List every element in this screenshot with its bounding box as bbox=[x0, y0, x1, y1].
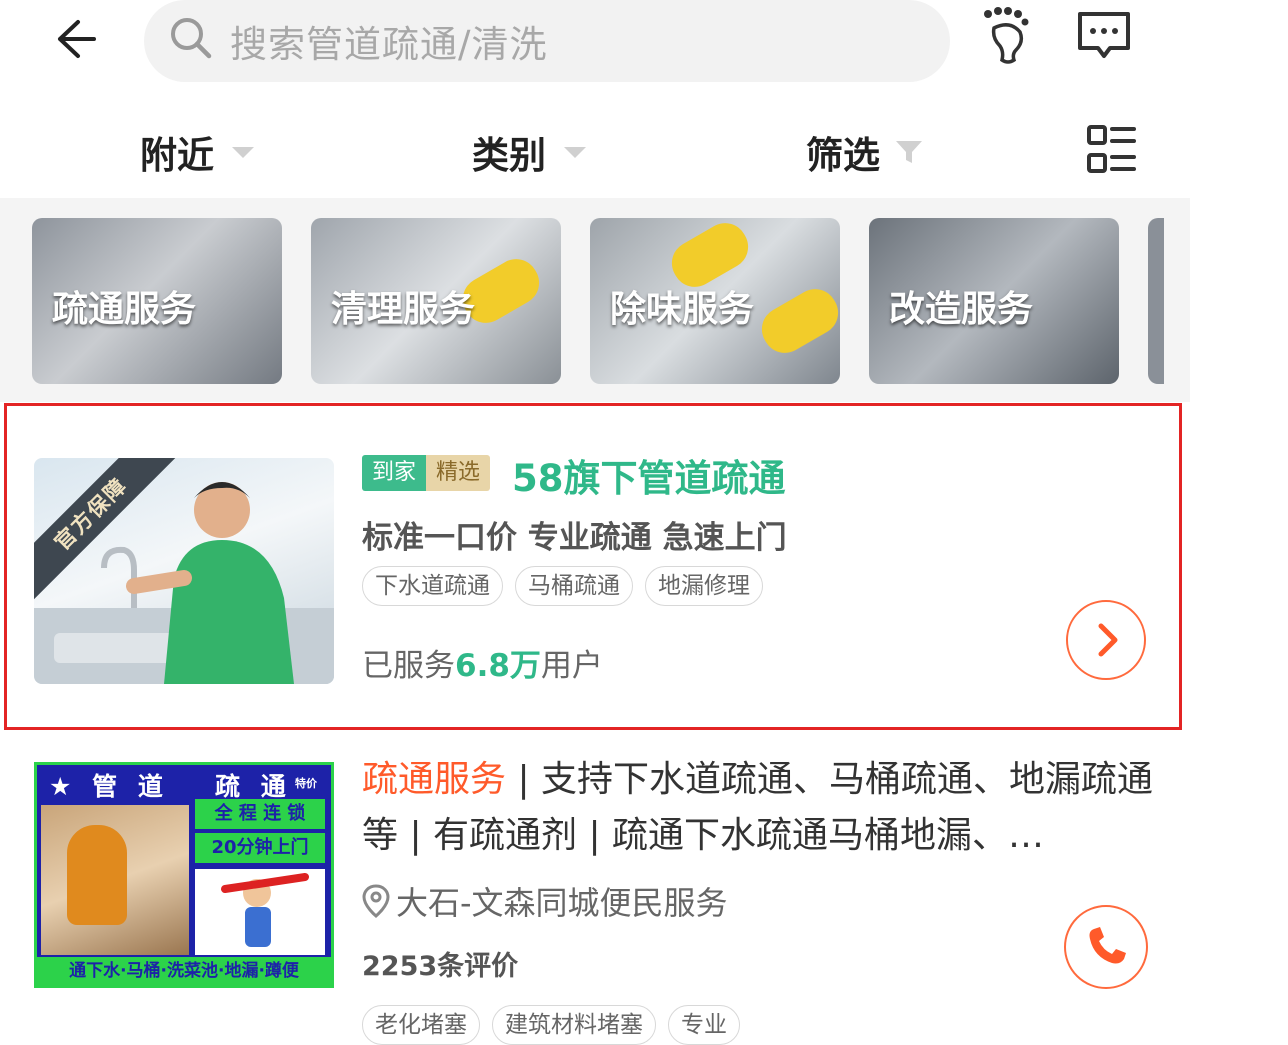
featured-tag-pair: 到家 精选 bbox=[362, 455, 491, 491]
category-label: 改造服务 bbox=[889, 289, 1034, 330]
featured-chips: 下水道疏通 马桶疏通 地漏修理 bbox=[362, 566, 763, 606]
filter-screen[interactable]: 筛选 bbox=[806, 124, 924, 180]
caret-down-icon bbox=[232, 146, 254, 158]
category-card-deodorize[interactable]: 除味服务 bbox=[590, 218, 840, 384]
tag-home: 到家 bbox=[362, 455, 427, 491]
worker-figure bbox=[67, 825, 127, 925]
list-view-toggle[interactable] bbox=[1086, 124, 1136, 174]
chip: 老化堵塞 bbox=[362, 1005, 480, 1045]
listing-title[interactable]: 疏通服务 | 支持下水道疏通、马桶疏通、地漏疏通等 | 有疏通剂 | 疏通下水疏… bbox=[362, 752, 1162, 864]
chip: 专业 bbox=[668, 1005, 740, 1045]
category-card-partial[interactable] bbox=[1148, 218, 1164, 384]
phone-icon bbox=[1089, 927, 1126, 964]
featured-subtitle: 标准一口价 专业疏通 急速上门 bbox=[362, 520, 787, 556]
listing-image-text: 疏 通 bbox=[215, 772, 292, 801]
category-card-renovate[interactable]: 改造服务 bbox=[869, 218, 1119, 384]
served-suffix: 用户 bbox=[540, 648, 603, 684]
message-icon bbox=[1078, 12, 1130, 58]
filter-nearby-label: 附近 bbox=[140, 134, 214, 177]
served-prefix: 已服务 bbox=[362, 648, 455, 684]
cartoon-plumber bbox=[195, 869, 325, 955]
tag-selected: 精选 bbox=[426, 455, 491, 491]
review-count: 2253条评价 bbox=[362, 951, 519, 982]
search-icon bbox=[171, 18, 212, 59]
listing-location: 大石-文森同城便民服务 bbox=[362, 878, 728, 924]
category-label: 清理服务 bbox=[331, 289, 476, 330]
served-number: 6.8万 bbox=[455, 648, 541, 684]
message-button[interactable] bbox=[1076, 10, 1132, 62]
caret-down-icon bbox=[564, 146, 586, 158]
plumber-photo bbox=[34, 482, 334, 684]
category-card-unclog[interactable]: 疏通服务 bbox=[32, 218, 282, 384]
category-card-clean[interactable]: 清理服务 bbox=[311, 218, 561, 384]
funnel-icon bbox=[896, 141, 922, 163]
listing-image[interactable]: ★ 管 道 疏 通 特价 全 程 连 锁 20分钟上门 通下水·马桶·洗菜池·地… bbox=[34, 762, 334, 988]
filter-category[interactable]: 类别 bbox=[472, 124, 586, 180]
listing-image-badge: 全 程 连 锁 bbox=[195, 799, 325, 829]
search-placeholder: 搜索管道疏通/清洗 bbox=[230, 23, 548, 66]
category-label: 疏通服务 bbox=[52, 289, 197, 330]
listing-image-text: 特价 bbox=[295, 777, 317, 790]
call-button[interactable] bbox=[1064, 905, 1148, 989]
listing-chips: 老化堵塞 建筑材料堵塞 专业 bbox=[362, 1005, 740, 1045]
featured-title[interactable]: 58旗下管道疏通 bbox=[512, 448, 786, 502]
list-view-icon bbox=[1087, 125, 1136, 173]
listing-image-header: ★ 管 道 疏 通 特价 bbox=[37, 765, 331, 801]
listing-image-text: ★ 管 道 bbox=[49, 772, 169, 801]
chevron-right-icon bbox=[1098, 623, 1118, 657]
served-count: 已服务6.8万用户 bbox=[362, 640, 603, 685]
glove-decoration bbox=[753, 281, 840, 361]
footprint-icon bbox=[984, 7, 1029, 64]
location-pin-icon bbox=[362, 884, 390, 918]
search-input[interactable]: 搜索管道疏通/清洗 bbox=[144, 0, 950, 82]
listing-title-highlight: 疏通服务 bbox=[362, 759, 507, 800]
filter-nearby[interactable]: 附近 bbox=[140, 124, 254, 180]
go-button[interactable] bbox=[1066, 600, 1146, 680]
filter-category-label: 类别 bbox=[472, 134, 546, 177]
featured-image: 官方保障 bbox=[34, 458, 334, 684]
chip: 下水道疏通 bbox=[362, 566, 503, 606]
category-label: 除味服务 bbox=[610, 289, 755, 330]
back-button[interactable] bbox=[50, 14, 100, 64]
footprint-button[interactable] bbox=[980, 6, 1034, 66]
listing-image-footer: 通下水·马桶·洗菜池·地漏·蹲便 bbox=[37, 957, 331, 985]
location-text: 大石-文森同城便民服务 bbox=[396, 884, 728, 922]
filter-screen-label: 筛选 bbox=[806, 134, 880, 177]
chip: 地漏修理 bbox=[645, 566, 763, 606]
listing-image-badge: 20分钟上门 bbox=[195, 833, 325, 863]
chip: 建筑材料堵塞 bbox=[492, 1005, 656, 1045]
chip: 马桶疏通 bbox=[515, 566, 633, 606]
back-arrow-icon bbox=[58, 20, 96, 58]
